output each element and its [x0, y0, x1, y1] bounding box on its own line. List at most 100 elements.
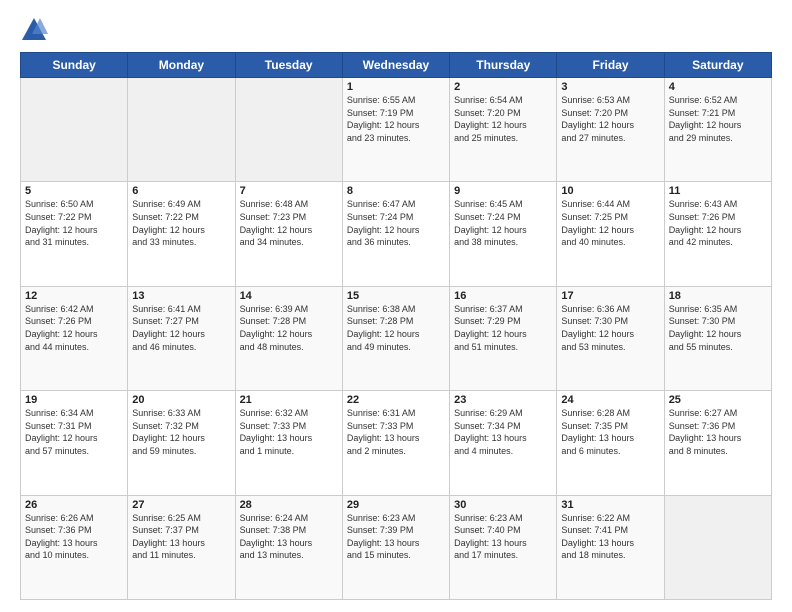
day-number: 21: [240, 394, 338, 406]
day-number: 5: [25, 185, 123, 197]
day-info: Sunrise: 6:28 AMSunset: 7:35 PMDaylight:…: [561, 407, 659, 457]
day-number: 17: [561, 290, 659, 302]
calendar-cell: 27Sunrise: 6:25 AMSunset: 7:37 PMDayligh…: [128, 495, 235, 599]
calendar-cell: 31Sunrise: 6:22 AMSunset: 7:41 PMDayligh…: [557, 495, 664, 599]
day-info: Sunrise: 6:50 AMSunset: 7:22 PMDaylight:…: [25, 198, 123, 248]
calendar-day-header: Sunday: [21, 53, 128, 78]
day-info: Sunrise: 6:23 AMSunset: 7:40 PMDaylight:…: [454, 512, 552, 562]
calendar-cell: 11Sunrise: 6:43 AMSunset: 7:26 PMDayligh…: [664, 182, 771, 286]
day-number: 4: [669, 81, 767, 93]
day-info: Sunrise: 6:42 AMSunset: 7:26 PMDaylight:…: [25, 303, 123, 353]
day-info: Sunrise: 6:27 AMSunset: 7:36 PMDaylight:…: [669, 407, 767, 457]
calendar-cell: 10Sunrise: 6:44 AMSunset: 7:25 PMDayligh…: [557, 182, 664, 286]
calendar-cell: 23Sunrise: 6:29 AMSunset: 7:34 PMDayligh…: [450, 391, 557, 495]
day-info: Sunrise: 6:45 AMSunset: 7:24 PMDaylight:…: [454, 198, 552, 248]
day-number: 30: [454, 499, 552, 511]
logo: [20, 16, 52, 44]
calendar-cell: 1Sunrise: 6:55 AMSunset: 7:19 PMDaylight…: [342, 78, 449, 182]
calendar-header-row: SundayMondayTuesdayWednesdayThursdayFrid…: [21, 53, 772, 78]
calendar-day-header: Wednesday: [342, 53, 449, 78]
day-info: Sunrise: 6:47 AMSunset: 7:24 PMDaylight:…: [347, 198, 445, 248]
day-info: Sunrise: 6:31 AMSunset: 7:33 PMDaylight:…: [347, 407, 445, 457]
calendar-cell: 20Sunrise: 6:33 AMSunset: 7:32 PMDayligh…: [128, 391, 235, 495]
calendar-cell: 13Sunrise: 6:41 AMSunset: 7:27 PMDayligh…: [128, 286, 235, 390]
day-info: Sunrise: 6:39 AMSunset: 7:28 PMDaylight:…: [240, 303, 338, 353]
calendar-day-header: Friday: [557, 53, 664, 78]
calendar-cell: [128, 78, 235, 182]
day-number: 7: [240, 185, 338, 197]
day-number: 28: [240, 499, 338, 511]
calendar-cell: 5Sunrise: 6:50 AMSunset: 7:22 PMDaylight…: [21, 182, 128, 286]
calendar-cell: 17Sunrise: 6:36 AMSunset: 7:30 PMDayligh…: [557, 286, 664, 390]
day-number: 3: [561, 81, 659, 93]
logo-icon: [20, 16, 48, 44]
calendar-day-header: Tuesday: [235, 53, 342, 78]
calendar-cell: 30Sunrise: 6:23 AMSunset: 7:40 PMDayligh…: [450, 495, 557, 599]
calendar-cell: 7Sunrise: 6:48 AMSunset: 7:23 PMDaylight…: [235, 182, 342, 286]
day-number: 26: [25, 499, 123, 511]
day-number: 1: [347, 81, 445, 93]
page: SundayMondayTuesdayWednesdayThursdayFrid…: [0, 0, 792, 612]
calendar-day-header: Saturday: [664, 53, 771, 78]
calendar-cell: 18Sunrise: 6:35 AMSunset: 7:30 PMDayligh…: [664, 286, 771, 390]
calendar-table: SundayMondayTuesdayWednesdayThursdayFrid…: [20, 52, 772, 600]
day-number: 6: [132, 185, 230, 197]
day-info: Sunrise: 6:52 AMSunset: 7:21 PMDaylight:…: [669, 94, 767, 144]
day-number: 22: [347, 394, 445, 406]
calendar-cell: 9Sunrise: 6:45 AMSunset: 7:24 PMDaylight…: [450, 182, 557, 286]
day-info: Sunrise: 6:43 AMSunset: 7:26 PMDaylight:…: [669, 198, 767, 248]
calendar-cell: 3Sunrise: 6:53 AMSunset: 7:20 PMDaylight…: [557, 78, 664, 182]
calendar-cell: 24Sunrise: 6:28 AMSunset: 7:35 PMDayligh…: [557, 391, 664, 495]
calendar-cell: [21, 78, 128, 182]
day-number: 31: [561, 499, 659, 511]
day-number: 27: [132, 499, 230, 511]
day-number: 11: [669, 185, 767, 197]
day-number: 18: [669, 290, 767, 302]
day-info: Sunrise: 6:49 AMSunset: 7:22 PMDaylight:…: [132, 198, 230, 248]
day-info: Sunrise: 6:23 AMSunset: 7:39 PMDaylight:…: [347, 512, 445, 562]
day-number: 15: [347, 290, 445, 302]
day-number: 8: [347, 185, 445, 197]
calendar-cell: 8Sunrise: 6:47 AMSunset: 7:24 PMDaylight…: [342, 182, 449, 286]
calendar-cell: 15Sunrise: 6:38 AMSunset: 7:28 PMDayligh…: [342, 286, 449, 390]
calendar-cell: 16Sunrise: 6:37 AMSunset: 7:29 PMDayligh…: [450, 286, 557, 390]
calendar-cell: 4Sunrise: 6:52 AMSunset: 7:21 PMDaylight…: [664, 78, 771, 182]
day-info: Sunrise: 6:26 AMSunset: 7:36 PMDaylight:…: [25, 512, 123, 562]
day-info: Sunrise: 6:44 AMSunset: 7:25 PMDaylight:…: [561, 198, 659, 248]
day-info: Sunrise: 6:35 AMSunset: 7:30 PMDaylight:…: [669, 303, 767, 353]
day-number: 12: [25, 290, 123, 302]
day-number: 23: [454, 394, 552, 406]
calendar-week-row: 1Sunrise: 6:55 AMSunset: 7:19 PMDaylight…: [21, 78, 772, 182]
calendar-day-header: Thursday: [450, 53, 557, 78]
day-number: 24: [561, 394, 659, 406]
day-info: Sunrise: 6:48 AMSunset: 7:23 PMDaylight:…: [240, 198, 338, 248]
day-number: 13: [132, 290, 230, 302]
calendar-cell: 14Sunrise: 6:39 AMSunset: 7:28 PMDayligh…: [235, 286, 342, 390]
calendar-cell: 28Sunrise: 6:24 AMSunset: 7:38 PMDayligh…: [235, 495, 342, 599]
calendar-cell: 19Sunrise: 6:34 AMSunset: 7:31 PMDayligh…: [21, 391, 128, 495]
day-info: Sunrise: 6:38 AMSunset: 7:28 PMDaylight:…: [347, 303, 445, 353]
day-info: Sunrise: 6:53 AMSunset: 7:20 PMDaylight:…: [561, 94, 659, 144]
day-number: 20: [132, 394, 230, 406]
day-info: Sunrise: 6:24 AMSunset: 7:38 PMDaylight:…: [240, 512, 338, 562]
day-number: 10: [561, 185, 659, 197]
calendar-cell: [664, 495, 771, 599]
day-number: 29: [347, 499, 445, 511]
calendar-cell: [235, 78, 342, 182]
day-info: Sunrise: 6:54 AMSunset: 7:20 PMDaylight:…: [454, 94, 552, 144]
calendar-week-row: 19Sunrise: 6:34 AMSunset: 7:31 PMDayligh…: [21, 391, 772, 495]
calendar-week-row: 26Sunrise: 6:26 AMSunset: 7:36 PMDayligh…: [21, 495, 772, 599]
day-info: Sunrise: 6:33 AMSunset: 7:32 PMDaylight:…: [132, 407, 230, 457]
calendar-cell: 29Sunrise: 6:23 AMSunset: 7:39 PMDayligh…: [342, 495, 449, 599]
day-number: 2: [454, 81, 552, 93]
day-info: Sunrise: 6:29 AMSunset: 7:34 PMDaylight:…: [454, 407, 552, 457]
calendar-cell: 12Sunrise: 6:42 AMSunset: 7:26 PMDayligh…: [21, 286, 128, 390]
day-info: Sunrise: 6:55 AMSunset: 7:19 PMDaylight:…: [347, 94, 445, 144]
calendar-week-row: 12Sunrise: 6:42 AMSunset: 7:26 PMDayligh…: [21, 286, 772, 390]
header: [20, 16, 772, 44]
day-number: 14: [240, 290, 338, 302]
day-info: Sunrise: 6:22 AMSunset: 7:41 PMDaylight:…: [561, 512, 659, 562]
day-info: Sunrise: 6:34 AMSunset: 7:31 PMDaylight:…: [25, 407, 123, 457]
calendar-cell: 26Sunrise: 6:26 AMSunset: 7:36 PMDayligh…: [21, 495, 128, 599]
day-info: Sunrise: 6:36 AMSunset: 7:30 PMDaylight:…: [561, 303, 659, 353]
